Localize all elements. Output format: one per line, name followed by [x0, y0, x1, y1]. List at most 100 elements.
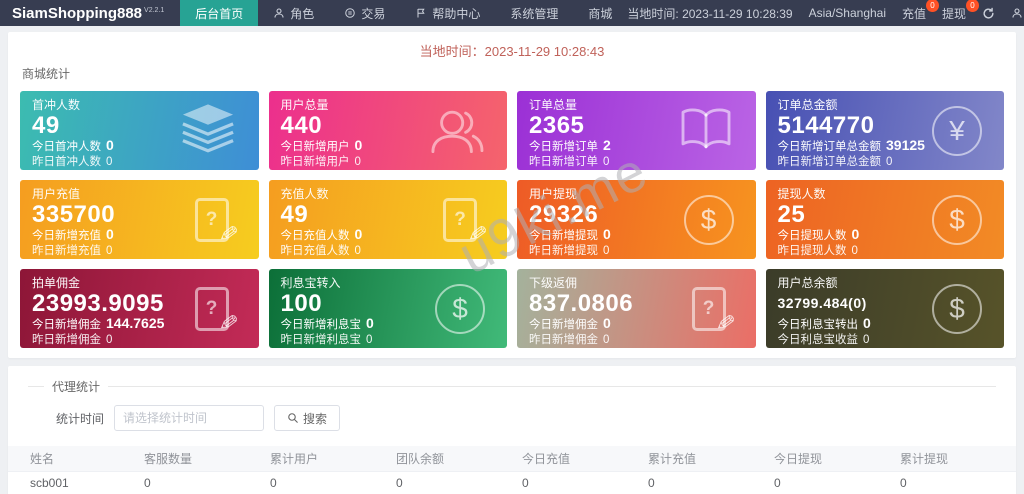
agent-stats-title: 代理统计: [52, 380, 101, 394]
yuan-circle-icon: ¥: [932, 105, 982, 156]
doc-question-icon: ? ✎: [194, 197, 240, 248]
table-header-cell: 姓名: [8, 446, 134, 472]
card-yesterday-line: 昨日提现人数 0: [777, 245, 858, 257]
menu-item-6[interactable]: 商城: [573, 0, 627, 26]
withdraw-notice-button[interactable]: 提现 0: [942, 0, 980, 22]
doc-icon: ? ✎: [194, 197, 240, 248]
stat-card: 订单总金额 5144770 今日新增订单总金额 39125 昨日新增订单总金额 0 ¥: [765, 91, 1004, 170]
dollar-circle-icon: $: [683, 194, 734, 245]
menu-item-3[interactable]: 交易: [329, 0, 400, 26]
transaction-icon: [344, 7, 356, 19]
stat-card: 订单总量 2365 今日新增订单 2 昨日新增订单 0: [517, 91, 756, 170]
table-header-cell: 累计用户: [260, 446, 386, 472]
agent-stats-panel: 代理统计 统计时间 搜索 姓名客服数量累计用户团队余额今日充值累计充值今日提现累…: [8, 366, 1016, 494]
agent-name-cell: scb001: [8, 471, 134, 494]
local-time-line: 当地时间：2023-11-29 10:28:43: [419, 44, 605, 59]
stat-card: 提现人数 25 今日提现人数 0 昨日提现人数 0 $: [765, 180, 1004, 259]
table-row: scb001 0 0 0 0 0 0 0: [8, 471, 1016, 494]
search-button[interactable]: 搜索: [274, 405, 341, 431]
card-yesterday-line: 今日利息宝收益 0: [777, 334, 870, 346]
menu-item-4[interactable]: 帮助中心: [400, 0, 495, 26]
table-header-cell: 累计提现: [890, 446, 1016, 472]
main-menu: 后台首页 角色 交易 帮助中心 系统管理 商城: [180, 0, 627, 26]
stat-card: 利息宝转入 100 今日新增利息宝 0 昨日新增利息宝 0 $: [268, 269, 507, 348]
dollar-icon: $: [932, 283, 982, 334]
doc-icon: ? ✎: [443, 197, 489, 248]
pencil-icon: ✎: [466, 219, 489, 248]
navbar-local-time: 当地时间: 2023-11-29 10:28:39: [627, 6, 793, 21]
stat-card: 拍单佣金 23993.9095 今日新增佣金 144.7625 昨日新增佣金 0? ✎: [20, 269, 259, 348]
brand-logo[interactable]: SiamShopping888 V2.2.1: [12, 0, 164, 26]
stat-card: 下级返佣 837.0806 今日新增佣金 0 昨日新增佣金 0? ✎: [517, 269, 756, 348]
doc-question-icon: ? ✎: [691, 286, 737, 337]
filter-time-input[interactable]: [114, 405, 265, 431]
recharge-badge: 0: [926, 0, 940, 12]
menu-item-label: 后台首页: [195, 6, 244, 21]
dollar-circle-icon: $: [932, 194, 982, 245]
agent-filter-row: 统计时间 搜索: [56, 405, 996, 431]
user-icon: [1012, 8, 1022, 18]
stat-card: 首冲人数 49 今日首冲人数 0 昨日首冲人数 0: [20, 91, 259, 170]
stat-card: 用户提现 29326 今日新增提现 0 昨日新增提现 0 $: [517, 180, 756, 259]
card-yesterday-line: 昨日新增充值 0: [32, 245, 113, 257]
stat-card: 用户充值 335700 今日新增充值 0 昨日新增充值 0? ✎: [20, 180, 259, 259]
refresh-icon[interactable]: [982, 7, 995, 20]
user-menu[interactable]: admin: [1011, 6, 1024, 20]
withdraw-badge: 0: [966, 0, 980, 12]
pencil-icon: ✎: [217, 308, 241, 337]
agent-table: 姓名 客服数量 累计用户 团队余额 今日充值 累计充值 今日提现 累计提现 scb001 0 0 0…: [8, 446, 1016, 494]
dollar-icon: $: [683, 194, 734, 245]
book-icon: [678, 105, 734, 156]
table-header-cell: 今日提现: [764, 446, 890, 472]
dollar-icon: $: [932, 194, 982, 245]
yuan-icon: ¥: [932, 105, 982, 156]
timezone-label: Asia/Shanghai: [808, 6, 886, 20]
layers-icon: [179, 102, 237, 159]
table-cell: 0: [386, 471, 512, 494]
table-header-cell: 今日充值: [512, 446, 638, 472]
agent-table-body: scb0010000000scb0020000000sc0030000000: [8, 471, 1016, 494]
recharge-notice-button[interactable]: 充值 0: [902, 0, 940, 22]
users-icon: [427, 103, 485, 158]
stat-card: 充值人数 49 今日充值人数 0 昨日充值人数 0? ✎: [268, 180, 507, 259]
search-icon: [288, 413, 298, 423]
menu-item-label: 商城: [588, 6, 613, 21]
card-yesterday-line: 昨日新增利息宝 0: [280, 334, 373, 346]
menu-item-1[interactable]: 后台首页: [180, 0, 259, 26]
dollar-circle-icon: $: [435, 283, 485, 334]
shop-stats-panel: 当地时间：2023-11-29 10:28:43 商城统计 首冲人数 49 今日首冲…: [8, 32, 1016, 358]
menu-item-5[interactable]: 系统管理: [495, 0, 573, 26]
agent-stats-box: 代理统计 统计时间 搜索: [28, 378, 996, 437]
pencil-icon: ✎: [217, 219, 241, 248]
doc-question-icon: ? ✎: [194, 286, 240, 337]
top-navbar: SiamShopping888 V2.2.1 后台首页 角色 交易 帮助中心 系统管理 商…: [0, 0, 1024, 26]
stat-card: 用户总量 440 今日新增用户 0 昨日新增用户 0: [268, 91, 507, 170]
brand-name: SiamShopping888: [12, 4, 143, 22]
agent-table-header-row: 姓名 客服数量 累计用户 团队余额 今日充值 累计充值 今日提现 累计提现: [8, 446, 1016, 472]
table-cell: 0: [890, 471, 1016, 494]
navbar-right: 当地时间: 2023-11-29 10:28:39 Asia/Shanghai …: [627, 0, 1024, 26]
menu-item-2[interactable]: 角色: [258, 0, 329, 26]
card-yesterday-line: 昨日新增提现 0: [529, 245, 610, 257]
stats-cards: 首冲人数 49 今日首冲人数 0 昨日首冲人数 0 用户总量 440 今日新增用户 0 昨日新增用户…: [20, 91, 1004, 348]
dollar-circle-icon: $: [932, 283, 982, 334]
card-yesterday-line: 昨日新增订单总金额 0: [777, 156, 893, 168]
table-cell: 0: [638, 471, 764, 494]
stat-card: 用户总余额 32799.484(0) 今日利息宝转出 0 今日利息宝收益 0 $: [765, 269, 1004, 348]
brand-version: V2.2.1: [144, 6, 165, 14]
dollar-icon: $: [435, 283, 485, 334]
shop-stats-title: 商城统计: [22, 67, 71, 81]
table-cell: 0: [764, 471, 890, 494]
menu-item-label: 交易: [361, 6, 386, 21]
table-cell: 0: [260, 471, 386, 494]
person-icon: [273, 7, 285, 19]
table-cell: 0: [134, 471, 260, 494]
doc-icon: ? ✎: [691, 286, 737, 337]
card-yesterday-line: 昨日新增佣金 0: [529, 334, 610, 346]
card-yesterday-line: 昨日新增订单 0: [529, 156, 610, 168]
table-header-cell: 累计充值: [638, 446, 764, 472]
menu-item-label: 角色: [290, 6, 315, 21]
table-header-cell: 团队余额: [386, 446, 512, 472]
flag-icon: [415, 7, 427, 19]
card-yesterday-line: 昨日新增佣金 0: [32, 334, 113, 346]
